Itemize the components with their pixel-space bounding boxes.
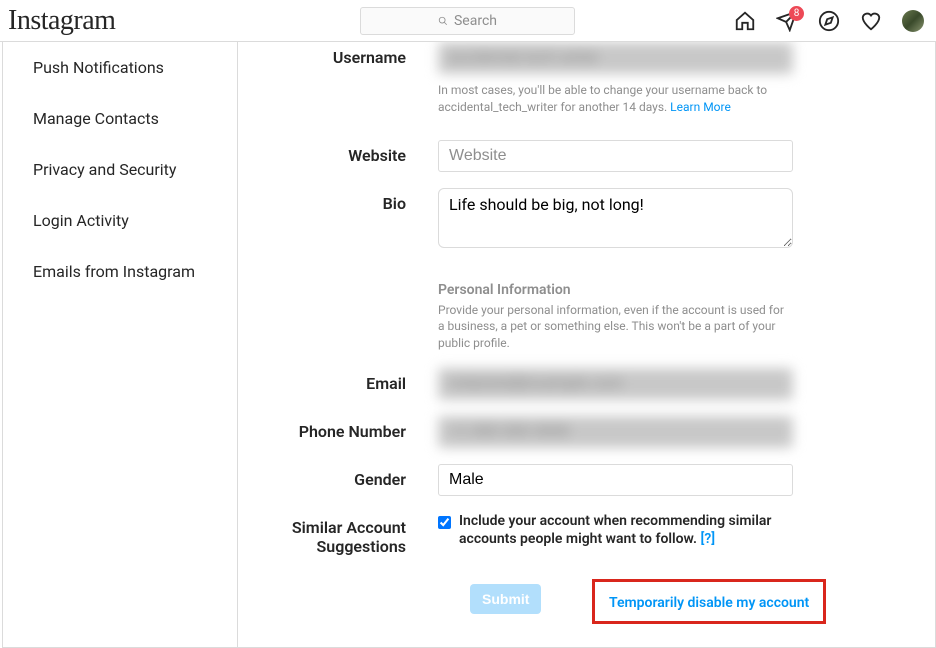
email-input[interactable]: [438, 368, 793, 400]
search-input[interactable]: Search: [360, 7, 575, 35]
similar-help-link[interactable]: [?]: [701, 531, 716, 547]
username-label: Username: [278, 42, 438, 116]
home-icon[interactable]: [734, 10, 756, 32]
bio-label: Bio: [278, 188, 438, 252]
sidebar-item-privacy-security[interactable]: Privacy and Security: [3, 144, 237, 195]
highlight-annotation: Temporarily disable my account: [592, 579, 826, 624]
disable-account-link[interactable]: Temporarily disable my account: [609, 595, 809, 611]
sidebar-item-push-notifications[interactable]: Push Notifications: [3, 42, 237, 93]
instagram-logo[interactable]: Instagram: [8, 5, 115, 37]
gender-input[interactable]: [438, 464, 793, 496]
similar-checkbox[interactable]: [438, 516, 451, 529]
similar-checkbox-label: Include your account when recommending s…: [459, 512, 793, 548]
bio-input[interactable]: Life should be big, not long!: [438, 188, 793, 248]
messages-badge: 8: [789, 6, 804, 21]
website-label: Website: [278, 140, 438, 172]
phone-label: Phone Number: [278, 416, 438, 448]
search-placeholder: Search: [454, 13, 497, 29]
website-input[interactable]: [438, 140, 793, 172]
email-label: Email: [278, 368, 438, 400]
personal-info-helper: Provide your personal information, even …: [438, 302, 793, 352]
username-input[interactable]: [438, 42, 793, 74]
similar-label: Similar Account Suggestions: [278, 512, 438, 556]
phone-input[interactable]: [438, 416, 793, 448]
search-icon: [438, 16, 448, 26]
username-helper: In most cases, you'll be able to change …: [438, 82, 793, 116]
gender-label: Gender: [278, 464, 438, 496]
top-nav: Instagram Search 8: [0, 0, 936, 42]
learn-more-link[interactable]: Learn More: [670, 100, 731, 114]
settings-sidebar: Push Notifications Manage Contacts Priva…: [2, 42, 238, 648]
activity-icon[interactable]: [860, 10, 882, 32]
messages-icon[interactable]: 8: [776, 10, 798, 32]
submit-button[interactable]: Submit: [470, 584, 541, 614]
explore-icon[interactable]: [818, 10, 840, 32]
sidebar-item-login-activity[interactable]: Login Activity: [3, 195, 237, 246]
edit-profile-form: Username In most cases, you'll be able t…: [238, 42, 936, 648]
profile-avatar[interactable]: [902, 10, 924, 32]
personal-info-title: Personal Information: [438, 282, 793, 298]
sidebar-item-manage-contacts[interactable]: Manage Contacts: [3, 93, 237, 144]
nav-icons: 8: [734, 10, 924, 32]
sidebar-item-emails[interactable]: Emails from Instagram: [3, 246, 237, 297]
